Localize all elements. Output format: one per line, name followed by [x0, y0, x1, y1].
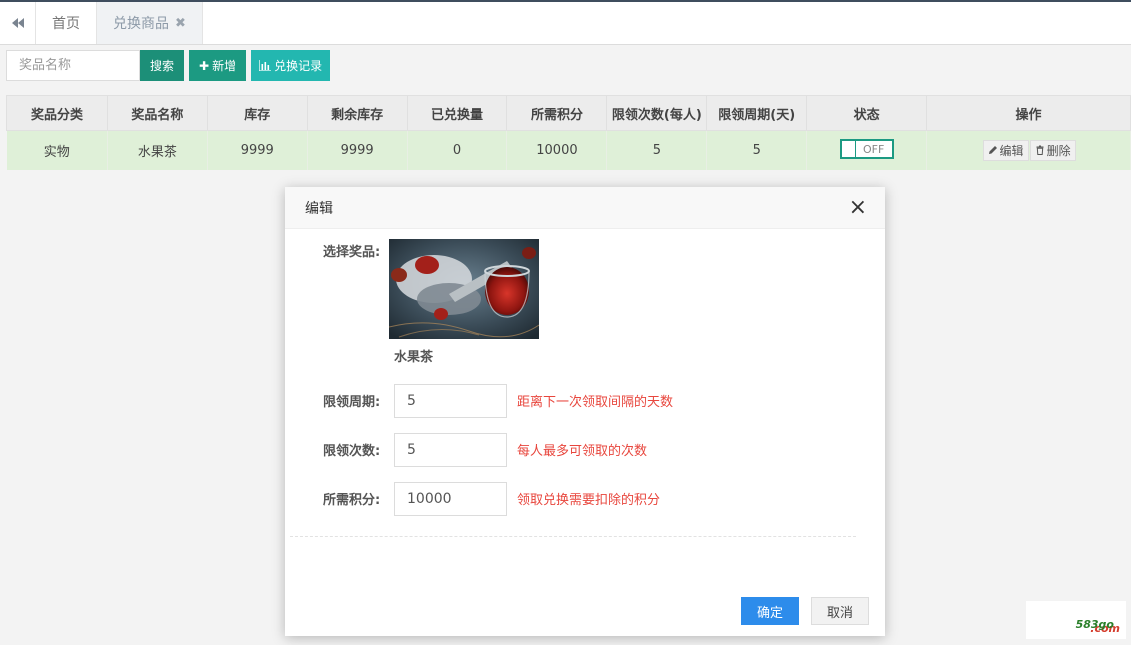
column-header: 操作 [926, 95, 1131, 131]
prize-table: 奖品分类 奖品名称 库存 剩余库存 已兑换量 所需积分 限领次数(每人) 限领周… [6, 95, 1131, 170]
count-hint: 每人最多可领取的次数 [517, 444, 648, 459]
tab-home-label: 首页 [52, 16, 80, 32]
cell-limit-period: 5 [706, 130, 808, 170]
exchange-records-button[interactable]: 兑换记录 [251, 50, 331, 81]
points-hint: 领取兑换需要扣除的积分 [517, 493, 661, 508]
trash-icon [1036, 145, 1044, 156]
cell-limit-count: 5 [606, 130, 708, 170]
close-icon[interactable]: × [849, 196, 867, 219]
edit-label: 编辑 [999, 143, 1024, 158]
exchange-records-label: 兑换记录 [274, 59, 323, 73]
search-button[interactable]: 搜索 [140, 50, 185, 81]
column-header[interactable]: 奖品分类 [6, 95, 108, 131]
prize-image[interactable] [389, 239, 539, 339]
watermark-logo: 583go .com [1026, 601, 1126, 639]
column-header[interactable]: 库存 [206, 95, 308, 131]
cell-status: OFF [806, 130, 928, 170]
cancel-button[interactable]: 取消 [811, 597, 869, 625]
column-header[interactable]: 限领次数(每人) [606, 95, 708, 131]
period-label: 限领周期: [323, 395, 381, 410]
column-header[interactable]: 剩余库存 [306, 95, 408, 131]
column-header[interactable]: 奖品名称 [106, 95, 208, 131]
tab-home[interactable]: 首页 [36, 2, 97, 44]
prize-name: 水果茶 [394, 350, 434, 365]
count-input[interactable] [394, 433, 507, 467]
form-divider [290, 536, 856, 537]
toggle-knob [842, 141, 856, 158]
status-toggle[interactable]: OFF [839, 139, 894, 160]
delete-label: 删除 [1046, 143, 1071, 158]
tab-exchange-goods-label: 兑换商品 [113, 16, 169, 32]
cell-category: 实物 [6, 130, 108, 170]
cell-redeemed: 0 [407, 130, 508, 170]
column-header[interactable]: 限领周期(天) [706, 95, 808, 131]
column-header[interactable]: 所需积分 [506, 95, 608, 131]
pencil-icon [988, 146, 997, 155]
points-label: 所需积分: [323, 493, 381, 508]
prize-select-label: 选择奖品: [323, 245, 381, 260]
tab-bar: 首页 兑换商品 ✖ [0, 2, 1131, 45]
cell-actions: 编辑 删除 [926, 130, 1131, 170]
dialog-title: 编辑 [305, 200, 333, 217]
confirm-button[interactable]: 确定 [741, 597, 799, 625]
tab-close-icon[interactable]: ✖ [175, 16, 186, 31]
search-button-label: 搜索 [150, 59, 175, 73]
add-button-label: 新增 [212, 59, 237, 73]
tab-exchange-goods[interactable]: 兑换商品 ✖ [97, 2, 203, 44]
prize-name-search-input[interactable] [6, 50, 140, 81]
edit-button[interactable]: 编辑 [982, 139, 1029, 161]
cell-remaining: 9999 [307, 130, 408, 170]
add-button[interactable]: ✚ 新增 [189, 50, 247, 81]
bar-chart-icon [259, 60, 272, 71]
points-input[interactable] [394, 482, 507, 516]
double-chevron-left-icon [11, 18, 24, 28]
cell-stock: 9999 [207, 130, 308, 170]
toggle-label: OFF [863, 142, 885, 156]
period-hint: 距离下一次领取间隔的天数 [517, 395, 674, 410]
watermark-text: 583go [1075, 618, 1114, 631]
table-row[interactable]: 实物 水果茶 9999 9999 0 10000 5 5 OFF 编辑 删除 [6, 130, 1131, 170]
column-header[interactable]: 状态 [806, 95, 928, 131]
plus-icon: ✚ [199, 58, 210, 73]
toolbar: 搜索 ✚ 新增 兑换记录 [6, 50, 331, 81]
tab-scroll-left-button[interactable] [0, 2, 36, 44]
period-input[interactable] [394, 384, 507, 418]
cell-points: 10000 [506, 130, 608, 170]
delete-button[interactable]: 删除 [1029, 139, 1076, 161]
column-header[interactable]: 已兑换量 [406, 95, 508, 131]
table-header-row: 奖品分类 奖品名称 库存 剩余库存 已兑换量 所需积分 限领次数(每人) 限领周… [6, 95, 1131, 131]
cell-name: 水果茶 [107, 130, 208, 170]
edit-dialog: 编辑 × 选择奖品: 水果茶 限领周期: 5 距离下一次领取间隔的天数 限领次数… [285, 187, 885, 636]
count-label: 限领次数: [323, 444, 381, 459]
dialog-header: 编辑 × [285, 187, 885, 229]
